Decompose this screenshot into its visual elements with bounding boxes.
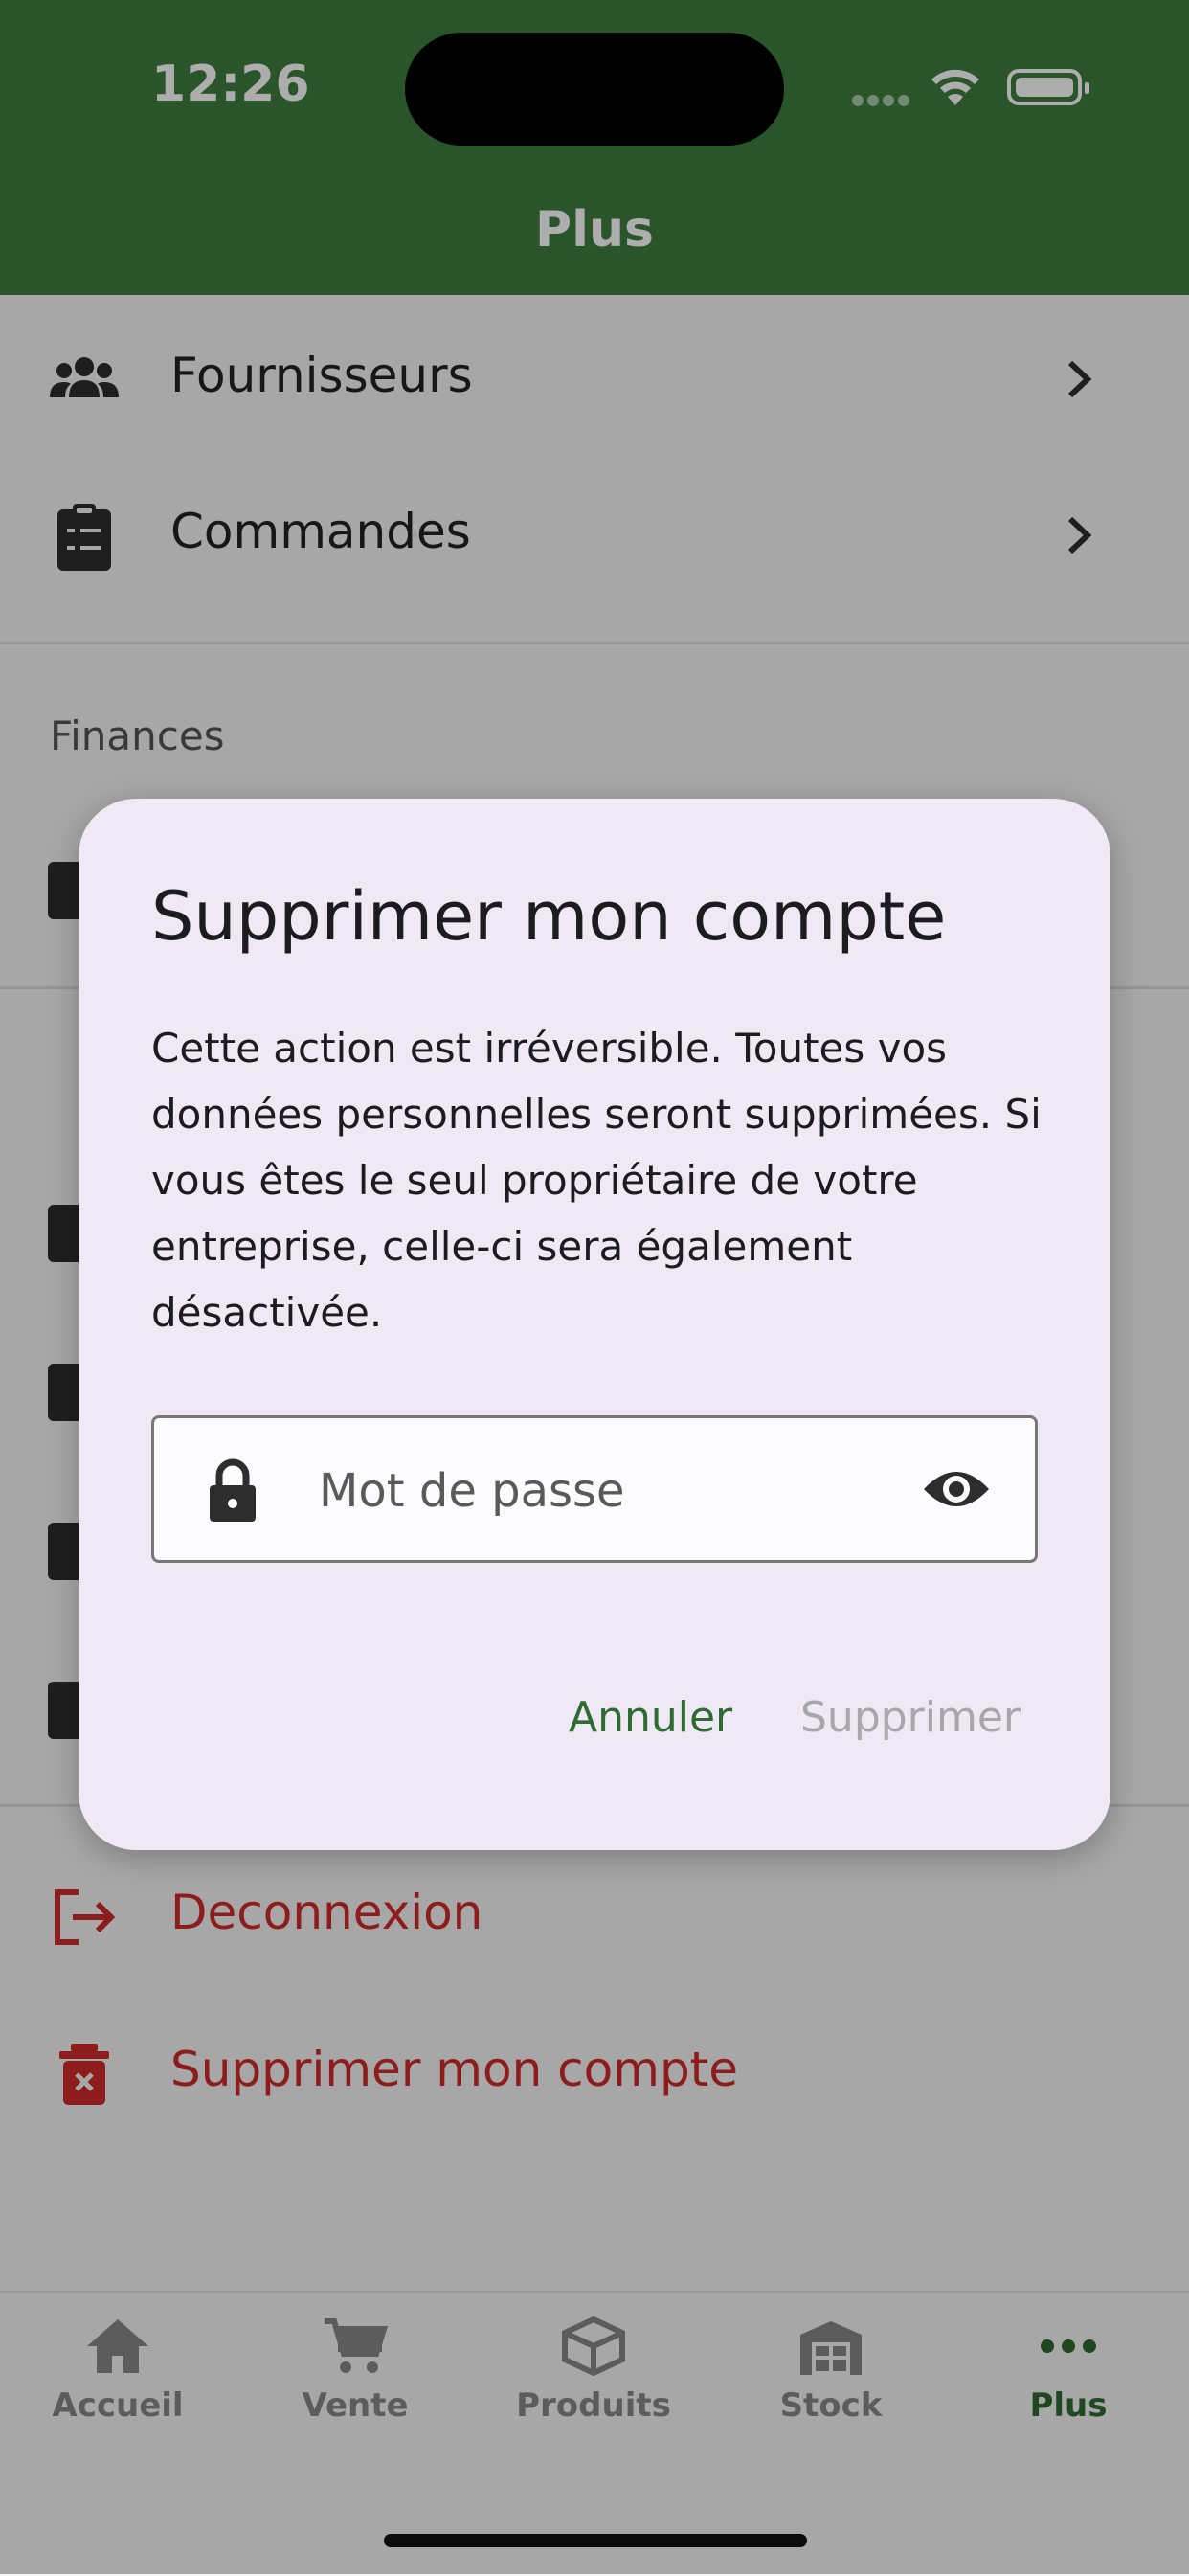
password-input[interactable] (317, 1447, 857, 1535)
eye-icon[interactable] (920, 1460, 993, 1518)
lock-icon (210, 1458, 256, 1522)
password-field[interactable] (151, 1415, 1038, 1563)
delete-button[interactable]: Supprimer (800, 1693, 1021, 1742)
cancel-button[interactable]: Annuler (569, 1693, 732, 1742)
delete-account-dialog: Supprimer mon compte Cette action est ir… (79, 799, 1110, 1850)
dialog-message: Cette action est irréversible. Toutes vo… (151, 1025, 1042, 1336)
dialog-title: Supprimer mon compte (151, 877, 947, 956)
